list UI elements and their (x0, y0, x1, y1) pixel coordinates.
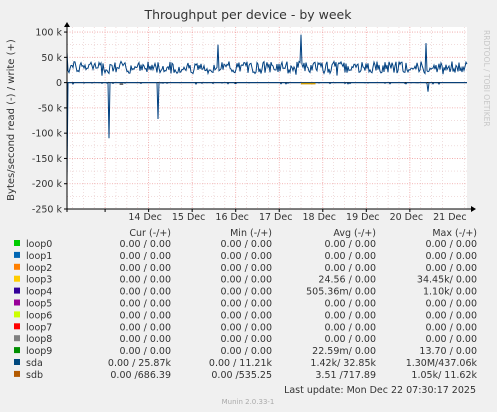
legend-value: 34.45k/ 0.00 (417, 275, 477, 286)
legend-value: 0.00 / 0.00 (220, 275, 272, 286)
legend-value: 0.00 / 0.00 (324, 322, 376, 333)
legend-swatch (14, 335, 20, 342)
legend-value: 0.00 / 0.00 (324, 251, 376, 262)
y-tick-label: -150 k (32, 154, 63, 165)
legend-value: 0.00 / 0.00 (119, 263, 171, 274)
legend-value: 0.00 / 0.00 (324, 239, 376, 250)
legend-label: sdb (26, 370, 43, 381)
y-tick-label: 50 k (41, 53, 62, 64)
x-axis: 14 Dec 15 Dec 16 Dec 17 Dec 18 Dec 19 Dec 20 D… (104, 209, 467, 223)
y-axis-label: Bytes/second read (-) / write (+) (6, 39, 17, 201)
chart-title: Throughput per device - by week (144, 7, 353, 22)
legend-value: 0.00 / 0.00 (119, 346, 171, 357)
legend-label: loop2 (26, 263, 52, 274)
x-tick-label: 19 Dec (346, 212, 380, 223)
y-tick-label: 100 k (35, 28, 62, 39)
legend-swatch (14, 275, 20, 282)
legend-value: 0.00 / 0.00 (119, 299, 171, 310)
legend-value: 0.00 / 0.00 (220, 346, 272, 357)
legend-value: 0.00 / 0.00 (324, 263, 376, 274)
legend-value: 0.00 / 0.00 (119, 287, 171, 298)
legend-value: 505.36m/ 0.00 (306, 287, 376, 298)
legend-label: loop8 (26, 334, 52, 345)
legend-value: 0.00 / 0.00 (220, 263, 272, 274)
legend-swatch (14, 323, 20, 330)
legend-value: 3.51 /717.89 (315, 370, 376, 381)
x-tick-label: 16 Dec (215, 212, 249, 223)
y-tick-label: -250 k (32, 205, 63, 216)
legend-value: 0.00 / 0.00 (220, 299, 272, 310)
legend-value: 0.00 / 25.87k (108, 358, 172, 369)
legend-value: 0.00 / 0.00 (119, 310, 171, 321)
legend-value: 0.00 / 0.00 (425, 251, 477, 262)
legend-value: 0.00 / 0.00 (119, 322, 171, 333)
legend-swatch (14, 251, 20, 258)
legend-value: 0.00 /686.39 (110, 370, 171, 381)
legend-label: loop9 (26, 346, 52, 357)
y-tick-label: -200 k (32, 179, 63, 190)
legend-value: 0.00 / 0.00 (220, 239, 272, 250)
legend-value: 0.00 / 0.00 (425, 310, 477, 321)
legend-value: 0.00 / 0.00 (324, 310, 376, 321)
legend-header: Cur (-/+) (129, 228, 171, 239)
legend-label: loop6 (26, 310, 52, 321)
legend-value: 0.00 / 0.00 (324, 299, 376, 310)
legend-value: 0.00 / 0.00 (119, 275, 171, 286)
watermark: RRDTOOL / TOBI OETIKER (482, 30, 491, 127)
legend-swatch (14, 287, 20, 294)
last-update: Last update: Mon Dec 22 07:30:17 2025 (284, 385, 476, 396)
legend-value: 0.00 /535.25 (211, 370, 272, 381)
y-tick-label: -50 k (38, 103, 63, 114)
y-tick-label: 0 (56, 78, 62, 89)
legend-header: Min (-/+) (230, 228, 272, 239)
legend-value: 0.00 / 0.00 (425, 322, 477, 333)
legend-swatch (14, 370, 20, 377)
legend-value: 0.00 / 0.00 (425, 263, 477, 274)
legend-value: 1.30M/437.06k (406, 358, 478, 369)
legend-label: loop3 (26, 275, 52, 286)
legend-value: 1.10k/ 0.00 (423, 287, 477, 298)
x-tick-label: 18 Dec (302, 212, 336, 223)
legend-value: 0.00 / 0.00 (220, 251, 272, 262)
legend-value: 0.00 / 0.00 (220, 287, 272, 298)
legend-swatch (14, 299, 20, 306)
legend-value: 1.42k/ 32.85k (310, 358, 376, 369)
legend-value: 24.56 / 0.00 (318, 275, 376, 286)
legend-swatch (14, 359, 20, 365)
x-tick-label: 14 Dec (128, 212, 162, 223)
legend-value: 0.00 / 0.00 (119, 334, 171, 345)
legend-swatch (14, 240, 20, 246)
legend-label: loop5 (26, 299, 52, 310)
legend-label: sda (26, 358, 43, 369)
legend-label: loop1 (26, 251, 52, 262)
legend-value: 0.00 / 0.00 (119, 239, 171, 250)
x-tick-label: 21 Dec (433, 212, 467, 223)
legend-value: 13.70 / 0.00 (419, 346, 477, 357)
legend-value: 0.00 / 11.21k (209, 358, 273, 369)
legend-label: loop0 (26, 239, 52, 250)
legend-value: 0.00 / 0.00 (119, 251, 171, 262)
legend-value: 0.00 / 0.00 (425, 334, 477, 345)
legend-value: 0.00 / 0.00 (425, 239, 477, 250)
munin-footer: Munin 2.0.33-1 (222, 398, 275, 406)
legend-value: 1.05k/ 11.62k (411, 370, 477, 381)
legend-value: 0.00 / 0.00 (220, 310, 272, 321)
legend-value: 0.00 / 0.00 (425, 299, 477, 310)
legend-value: 0.00 / 0.00 (220, 322, 272, 333)
legend-swatch (14, 311, 20, 318)
throughput-chart: Throughput per device - by week RRDTOOL … (0, 0, 497, 412)
legend-label: loop4 (26, 287, 52, 298)
legend-header: Avg (-/+) (333, 228, 376, 239)
legend-swatch (14, 263, 20, 270)
x-tick-label: 15 Dec (172, 212, 206, 223)
x-tick-label: 17 Dec (259, 212, 293, 223)
legend-value: 22.59m/ 0.00 (312, 346, 376, 357)
legend-header: Max (-/+) (432, 228, 477, 239)
legend-swatch (14, 347, 20, 354)
x-tick-label: 20 Dec (390, 212, 424, 223)
y-tick-label: -100 k (32, 129, 63, 140)
legend-value: 0.00 / 0.00 (324, 334, 376, 345)
legend-value: 0.00 / 0.00 (220, 334, 272, 345)
legend-label: loop7 (26, 322, 52, 333)
